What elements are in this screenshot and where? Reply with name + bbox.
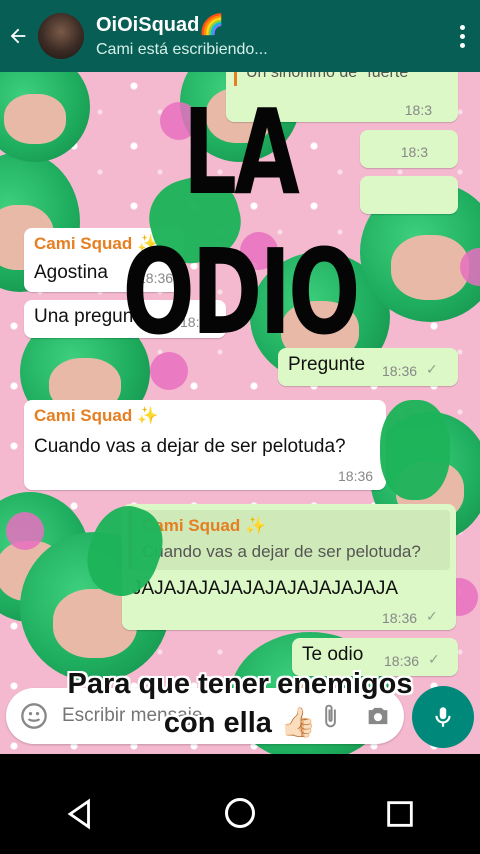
quoted-message[interactable]: Cami Squad ✨ Cuando vas a dejar de ser p… (128, 510, 450, 570)
delivered-check-icon: ✓ (426, 361, 438, 377)
quoted-text: Cuando vas a dejar de ser pelotuda? (142, 542, 421, 561)
delivered-check-icon: ✓ (426, 608, 438, 624)
group-avatar[interactable] (38, 13, 84, 59)
nav-home-icon[interactable] (222, 795, 258, 836)
overlay-caption-line2: con ella 👍🏻 (163, 707, 317, 739)
message-text: JAJAJAJAJAJAJAJAJAJAJAJA (132, 578, 399, 599)
overlay-caption-line1: Para que tener enemigos (67, 668, 413, 700)
message-time: 18:36 (338, 468, 374, 484)
arrow-left-icon[interactable] (0, 0, 36, 72)
system-nav-bar (0, 754, 480, 854)
message-text: Te odio (302, 644, 364, 665)
message-time: 18:36 (382, 610, 418, 626)
nav-back-icon[interactable] (63, 797, 97, 836)
message-bubble-outgoing[interactable]: Cami Squad ✨ Cuando vas a dejar de ser p… (122, 504, 456, 630)
chat-title: OiOiSquad🌈 (96, 13, 225, 36)
chat-status: Cami está escribiendo... (96, 40, 268, 58)
chat-info[interactable]: OiOiSquad🌈 Cami está escribiendo... (96, 13, 444, 60)
message-bubble-incoming[interactable]: Cami Squad ✨ Cuando vas a dejar de ser p… (24, 400, 386, 490)
message-text: Cuando vas a dejar de ser pelotuda? (34, 436, 346, 457)
sticker-bubble (6, 512, 44, 550)
delivered-check-icon: ✓ (428, 651, 440, 667)
message-time: 18:36 (384, 653, 420, 669)
more-vert-icon[interactable] (444, 24, 480, 48)
message-sender: Cami Squad ✨ (34, 406, 159, 425)
nav-recents-icon[interactable] (383, 797, 417, 836)
message-time: 18:36 (382, 363, 418, 379)
chat-header: OiOiSquad🌈 Cami está escribiendo... (0, 0, 480, 72)
overlay-title: LA ODIO (122, 83, 360, 361)
censor-scribble (380, 400, 450, 500)
